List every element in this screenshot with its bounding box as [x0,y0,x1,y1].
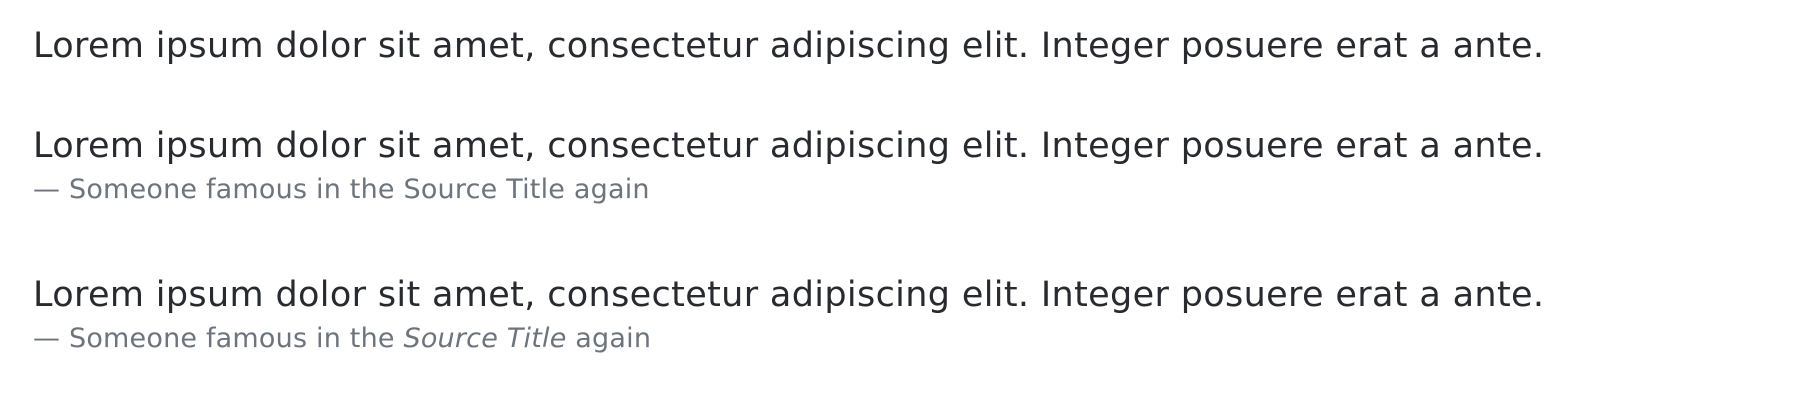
quote-text: Lorem ipsum dolor sit amet, consectetur … [33,126,1545,166]
footer-suffix: again [566,323,652,354]
blockquote-with-source: Lorem ipsum dolor sit amet, consectetur … [33,124,1544,207]
footer-prefix: — Someone famous in the [33,174,404,205]
footer-suffix: again [565,174,650,205]
quote-text: Lorem ipsum dolor sit amet, consectetur … [33,275,1545,315]
source-title: Source Title [403,174,566,205]
footer-prefix: — Someone famous in the [33,323,404,354]
blockquote-footer: — Someone famous in the Source Title aga… [33,173,1544,207]
blockquote-footer: — Someone famous in the Source Title aga… [33,322,1544,356]
quote-text: Lorem ipsum dolor sit amet, consectetur … [33,26,1545,66]
source-title-cite: Source Title [403,323,567,354]
blockquote-plain: Lorem ipsum dolor sit amet, consectetur … [33,24,1544,68]
page: Lorem ipsum dolor sit amet, consectetur … [0,0,1812,418]
blockquote-with-cited-source: Lorem ipsum dolor sit amet, consectetur … [33,273,1544,356]
